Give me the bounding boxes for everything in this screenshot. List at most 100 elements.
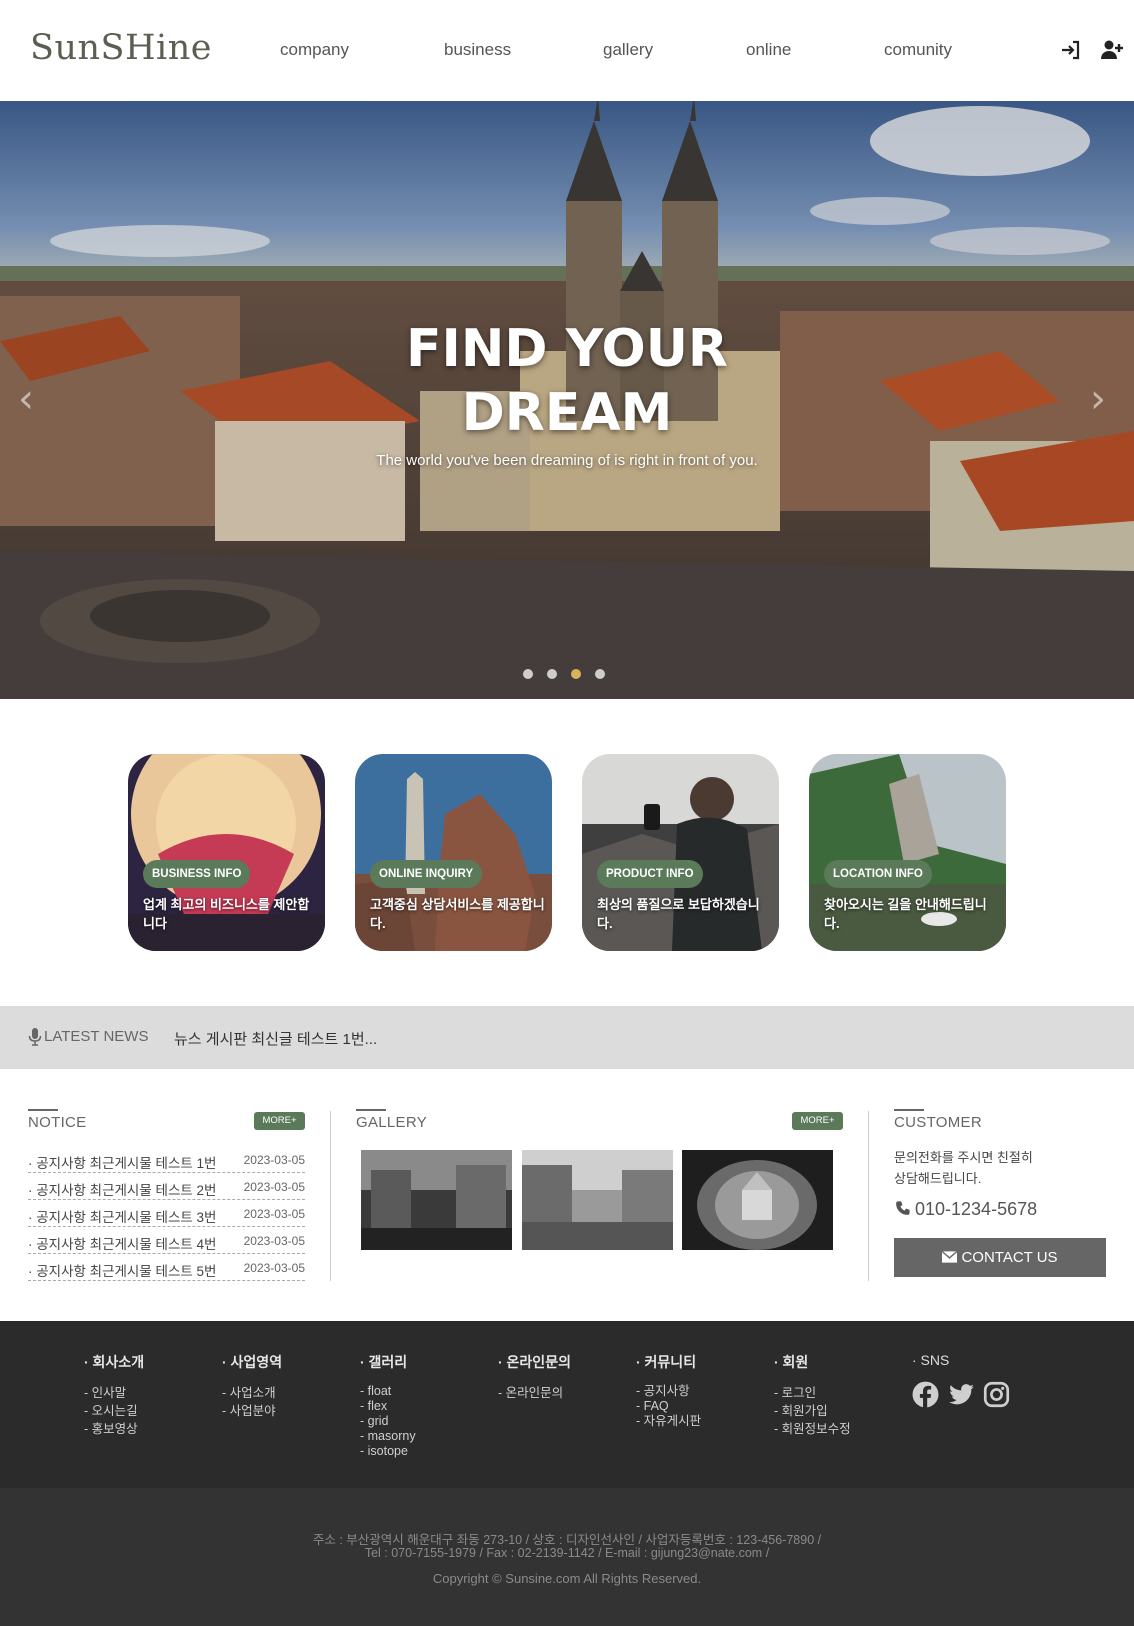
slider-dot[interactable]	[523, 669, 533, 679]
footer-col-title[interactable]: · 커뮤니티	[636, 1352, 701, 1372]
notice-item-title: · 공지사항 최근게시물 테스트 5번	[28, 1264, 217, 1279]
nav-gallery[interactable]: gallery	[603, 40, 653, 60]
latest-news-text[interactable]: 뉴스 게시판 최신글 테스트 1번...	[174, 1028, 377, 1049]
gallery-thumbnail[interactable]	[682, 1150, 833, 1250]
footer-col-title[interactable]: · 회원	[774, 1352, 851, 1372]
notice-item[interactable]: · 공지사항 최근게시물 테스트 5번 2023-03-05	[28, 1254, 305, 1281]
gallery-more-button[interactable]: MORE+	[792, 1112, 843, 1130]
notice-item[interactable]: · 공지사항 최근게시물 테스트 2번 2023-03-05	[28, 1173, 305, 1200]
gallery-image	[522, 1150, 673, 1250]
login-icon[interactable]	[1059, 38, 1083, 62]
footer-link[interactable]: - 인사말	[84, 1384, 144, 1402]
envelope-icon	[941, 1250, 958, 1263]
notice-item-date: 2023-03-05	[243, 1180, 305, 1194]
notice-title: NOTICE	[28, 1114, 87, 1131]
hero-slider: FIND YOUR DREAM The world you've been dr…	[0, 101, 1134, 699]
footer-col-online: · 온라인문의 - 온라인문의	[498, 1352, 571, 1402]
customer-line-2: 상담해드립니다.	[894, 1171, 982, 1186]
slider-dot-active[interactable]	[571, 669, 581, 679]
card-product-info[interactable]: PRODUCT INFO 최상의 품질으로 보답하겠습니다.	[582, 754, 779, 951]
latest-news-label: LATEST NEWS	[44, 1028, 149, 1045]
section-divider	[330, 1111, 331, 1281]
chevron-right-icon[interactable]: ›	[1090, 379, 1120, 419]
footer-col-title[interactable]: · 갤러리	[360, 1352, 416, 1372]
notice-item[interactable]: · 공지사항 최근게시물 테스트 4번 2023-03-05	[28, 1227, 305, 1254]
footer-link[interactable]: - masorny	[360, 1429, 416, 1444]
card-online-inquiry[interactable]: ONLINE INQUIRY 고객중심 상담서비스를 제공합니다.	[355, 754, 552, 951]
footer-link[interactable]: - FAQ	[636, 1399, 701, 1414]
footer-link[interactable]: - 로그인	[774, 1384, 851, 1402]
card-badge: ONLINE INQUIRY	[370, 860, 483, 888]
notice-item-date: 2023-03-05	[243, 1234, 305, 1248]
gallery-image	[682, 1150, 833, 1250]
customer-line-1: 문의전화를 주시면 친절히	[894, 1150, 1033, 1165]
gallery-thumbnail[interactable]	[361, 1150, 512, 1250]
card-location-info[interactable]: LOCATION INFO 찾아오시는 길을 안내해드립니다.	[809, 754, 1006, 951]
footer-link[interactable]: - grid	[360, 1414, 416, 1429]
footer-link[interactable]: - float	[360, 1384, 416, 1399]
slider-dot[interactable]	[547, 669, 557, 679]
footer-link[interactable]: - 회원정보수정	[774, 1420, 851, 1438]
hero-title: FIND YOUR DREAM	[406, 319, 728, 443]
footer-link[interactable]: - 오시는길	[84, 1402, 144, 1420]
card-badge: PRODUCT INFO	[597, 860, 703, 888]
facebook-icon[interactable]	[912, 1381, 939, 1408]
site-logo[interactable]: SunSHine	[30, 28, 212, 68]
notice-item-title: · 공지사항 최근게시물 테스트 1번	[28, 1156, 217, 1171]
card-badge: LOCATION INFO	[824, 860, 932, 888]
notice-item[interactable]: · 공지사항 최근게시물 테스트 1번 2023-03-05	[28, 1146, 305, 1173]
nav-online[interactable]: online	[746, 40, 791, 60]
card-text: 최상의 품질으로 보답하겠습니다.	[597, 897, 760, 931]
gallery-title: GALLERY	[356, 1114, 428, 1131]
footer-link[interactable]: - flex	[360, 1399, 416, 1414]
notice-item-title: · 공지사항 최근게시물 테스트 4번	[28, 1237, 217, 1252]
nav-company[interactable]: company	[280, 40, 349, 60]
chevron-left-icon[interactable]: ‹	[18, 379, 48, 419]
footer-col-title[interactable]: · 온라인문의	[498, 1352, 571, 1372]
notice-more-button[interactable]: MORE+	[254, 1112, 305, 1130]
card-text: 찾아오시는 길을 안내해드립니다.	[824, 897, 987, 931]
nav-comunity[interactable]: comunity	[884, 40, 952, 60]
footer-col-company: · 회사소개 - 인사말 - 오시는길 - 홍보영상	[84, 1352, 144, 1438]
notice-title-bar	[28, 1109, 58, 1111]
footer-contact: Tel : 070-7155-1979 / Fax : 02-2139-1142…	[364, 1546, 770, 1560]
slider-dot[interactable]	[595, 669, 605, 679]
contact-us-button[interactable]: CONTACT US	[894, 1238, 1106, 1277]
add-user-icon[interactable]	[1100, 38, 1124, 62]
card-badge: BUSINESS INFO	[143, 860, 251, 888]
footer-link[interactable]: - 자유게시판	[636, 1414, 701, 1429]
notice-item-title: · 공지사항 최근게시물 테스트 2번	[28, 1183, 217, 1198]
footer-col-business: · 사업영역 - 사업소개 - 사업분야	[222, 1352, 282, 1420]
footer-link[interactable]: - isotope	[360, 1444, 416, 1459]
footer-col-community: · 커뮤니티 - 공지사항 - FAQ - 자유게시판	[636, 1352, 701, 1429]
card-text: 고객중심 상담서비스를 제공합니다.	[370, 897, 545, 931]
phone-icon	[896, 1201, 910, 1215]
nav-business[interactable]: business	[444, 40, 511, 60]
footer-link[interactable]: - 공지사항	[636, 1384, 701, 1399]
instagram-icon[interactable]	[983, 1381, 1010, 1408]
footer-link[interactable]: - 온라인문의	[498, 1384, 571, 1402]
customer-title: CUSTOMER	[894, 1114, 982, 1131]
gallery-thumbnail[interactable]	[522, 1150, 673, 1250]
latest-news-bar: LATEST NEWS 뉴스 게시판 최신글 테스트 1번...	[0, 1006, 1134, 1069]
sns-title: · SNS	[912, 1352, 950, 1368]
microphone-icon	[28, 1028, 42, 1046]
notice-item-date: 2023-03-05	[243, 1207, 305, 1221]
notice-item-date: 2023-03-05	[243, 1261, 305, 1275]
customer-phone[interactable]: 010-1234-5678	[894, 1199, 1037, 1220]
card-business-info[interactable]: BUSINESS INFO 업계 최고의 비즈니스를 제안합니다	[128, 754, 325, 951]
footer-col-title[interactable]: · 회사소개	[84, 1352, 144, 1372]
notice-item-date: 2023-03-05	[243, 1153, 305, 1167]
gallery-image	[361, 1150, 512, 1250]
notice-item[interactable]: · 공지사항 최근게시물 테스트 3번 2023-03-05	[28, 1200, 305, 1227]
gallery-title-bar	[356, 1109, 386, 1111]
footer-link[interactable]: - 사업분야	[222, 1402, 282, 1420]
footer-link[interactable]: - 회원가입	[774, 1402, 851, 1420]
footer-col-title[interactable]: · 사업영역	[222, 1352, 282, 1372]
footer-link[interactable]: - 사업소개	[222, 1384, 282, 1402]
twitter-icon[interactable]	[948, 1381, 975, 1408]
notice-item-title: · 공지사항 최근게시물 테스트 3번	[28, 1210, 217, 1225]
footer-link[interactable]: - 홍보영상	[84, 1420, 144, 1438]
section-divider	[868, 1111, 869, 1281]
customer-title-bar	[894, 1109, 924, 1111]
